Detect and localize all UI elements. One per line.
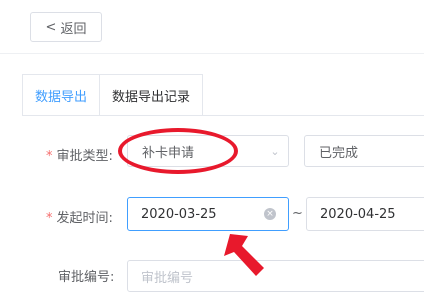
tab-data-export[interactable]: 数据导出 (22, 74, 101, 116)
back-button[interactable]: < 返回 (30, 12, 102, 42)
approval-type-select[interactable]: 补卡申请 ⌄ (127, 135, 289, 167)
end-date-input[interactable]: 2020-04-25 (306, 197, 424, 231)
approval-number-placeholder: 审批编号 (141, 270, 194, 286)
end-date-value: 2020-04-25 (320, 206, 396, 222)
approval-type-value: 补卡申请 (142, 145, 195, 161)
tab-content-border (22, 115, 424, 116)
tab-label: 数据导出 (35, 89, 88, 105)
approval-type-label: * 审批类型: (46, 149, 113, 164)
chevron-down-icon: ⌄ (270, 144, 280, 158)
status-select[interactable]: 已完成 (304, 135, 424, 167)
required-mark: * (46, 211, 53, 226)
range-separator: ~ (292, 206, 303, 221)
back-label: 返回 (60, 21, 87, 37)
chevron-left-icon: < (45, 19, 57, 35)
approval-number-input[interactable]: 审批编号 (127, 260, 424, 292)
start-date-value: 2020-03-25 (141, 206, 217, 222)
tab-bar: 数据导出 数据导出记录 (22, 74, 204, 116)
tab-label: 数据导出记录 (112, 89, 191, 105)
required-mark: * (46, 149, 53, 164)
divider (0, 53, 424, 54)
clear-icon[interactable]: × (264, 208, 276, 220)
start-date-input[interactable]: 2020-03-25 × (127, 197, 289, 231)
start-time-label: * 发起时间: (46, 211, 113, 226)
status-value: 已完成 (319, 145, 359, 161)
tab-export-records[interactable]: 数据导出记录 (99, 74, 204, 116)
top-bar: < 返回 (0, 0, 424, 54)
